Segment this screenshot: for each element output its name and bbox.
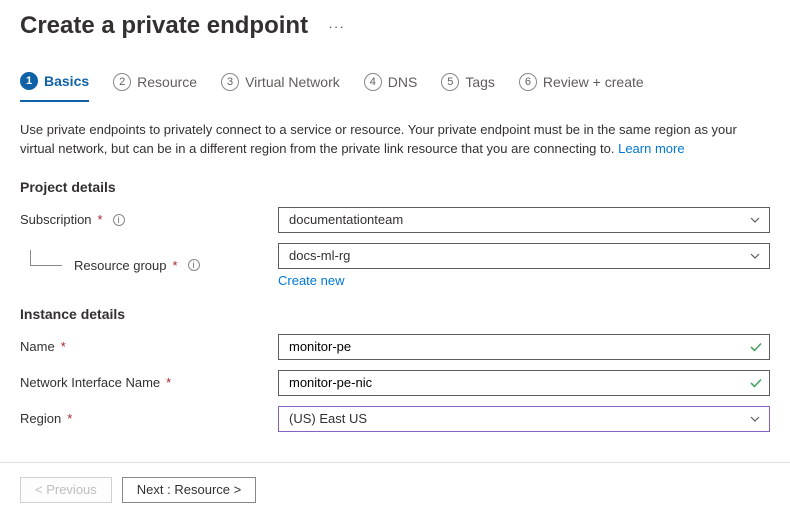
tab-step-circle: 4 — [364, 73, 382, 91]
nic-name-input-wrapper — [278, 370, 770, 396]
indent-icon — [30, 250, 62, 266]
tab-resource[interactable]: 2 Resource — [113, 68, 197, 102]
tab-step-circle: 6 — [519, 73, 537, 91]
tab-step-circle: 5 — [441, 73, 459, 91]
subscription-value: documentationteam — [289, 212, 403, 227]
required-mark: * — [173, 258, 178, 273]
chevron-down-icon — [749, 214, 761, 226]
tab-virtual-network[interactable]: 3 Virtual Network — [221, 68, 340, 102]
tab-step-circle: 3 — [221, 73, 239, 91]
resource-group-value: docs-ml-rg — [289, 248, 350, 263]
region-select[interactable]: (US) East US — [278, 406, 770, 432]
required-mark: * — [67, 411, 72, 426]
tab-step-circle: 2 — [113, 73, 131, 91]
tab-step-circle: 1 — [20, 72, 38, 90]
region-value: (US) East US — [289, 411, 367, 426]
tab-dns[interactable]: 4 DNS — [364, 68, 418, 102]
learn-more-link[interactable]: Learn more — [618, 141, 684, 156]
previous-button: < Previous — [20, 477, 112, 503]
more-icon[interactable]: ··· — [328, 18, 345, 34]
info-icon[interactable]: i — [188, 259, 200, 271]
required-mark: * — [166, 375, 171, 390]
tab-label: Virtual Network — [245, 74, 340, 90]
intro-text: Use private endpoints to privately conne… — [20, 121, 770, 159]
name-input[interactable] — [289, 335, 743, 359]
tab-basics[interactable]: 1 Basics — [20, 68, 89, 102]
section-project-details: Project details — [20, 179, 770, 195]
wizard-tabs: 1 Basics 2 Resource 3 Virtual Network 4 … — [20, 68, 770, 103]
nic-name-input[interactable] — [289, 371, 743, 395]
page-title: Create a private endpoint — [20, 12, 308, 40]
required-mark: * — [61, 339, 66, 354]
name-input-wrapper — [278, 334, 770, 360]
tab-tags[interactable]: 5 Tags — [441, 68, 495, 102]
check-icon — [749, 376, 763, 390]
nic-name-label: Network Interface Name — [20, 375, 160, 390]
tab-label: Resource — [137, 74, 197, 90]
required-mark: * — [98, 212, 103, 227]
resource-group-label: Resource group — [74, 258, 167, 273]
tab-review-create[interactable]: 6 Review + create — [519, 68, 644, 102]
resource-group-select[interactable]: docs-ml-rg — [278, 243, 770, 269]
chevron-down-icon — [749, 413, 761, 425]
tab-label: DNS — [388, 74, 418, 90]
section-instance-details: Instance details — [20, 306, 770, 322]
tab-label: Tags — [465, 74, 495, 90]
create-new-link[interactable]: Create new — [278, 273, 770, 288]
footer-bar: < Previous Next : Resource > — [0, 462, 790, 517]
region-label: Region — [20, 411, 61, 426]
subscription-select[interactable]: documentationteam — [278, 207, 770, 233]
subscription-label: Subscription — [20, 212, 92, 227]
check-icon — [749, 340, 763, 354]
chevron-down-icon — [749, 250, 761, 262]
tab-label: Basics — [44, 73, 89, 89]
next-button[interactable]: Next : Resource > — [122, 477, 256, 503]
tab-label: Review + create — [543, 74, 644, 90]
name-label: Name — [20, 339, 55, 354]
info-icon[interactable]: i — [113, 214, 125, 226]
